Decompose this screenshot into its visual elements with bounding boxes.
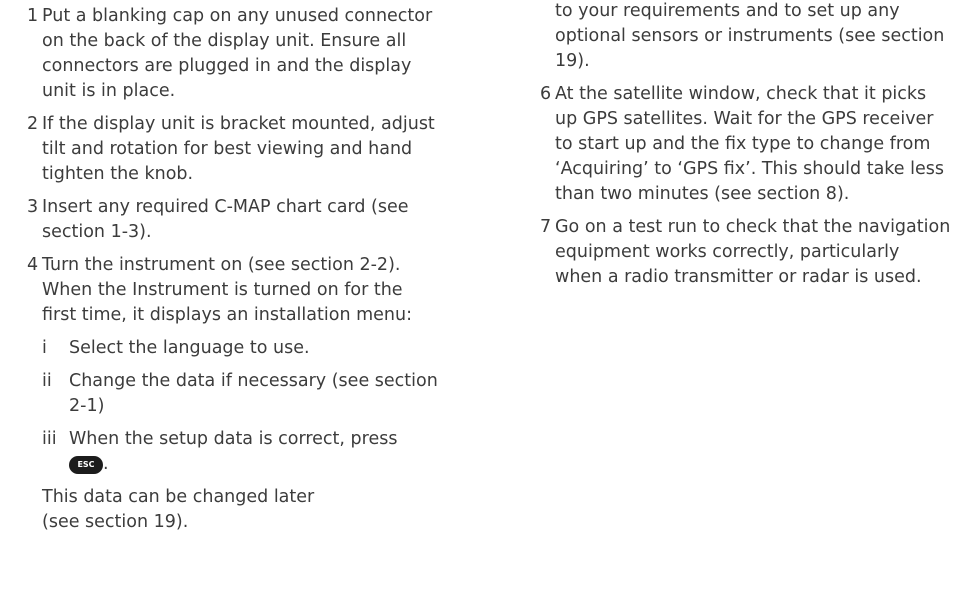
step-line: At the satellite window, check that it p…: [555, 84, 927, 104]
substep-numeral: iii: [42, 429, 57, 449]
step-line: up GPS satellites. Wait for the GPS rece…: [555, 109, 934, 129]
substep-numeral: i: [42, 338, 47, 358]
step-line: Go on a test run to check that the navig…: [555, 217, 951, 237]
step-number: 2: [27, 114, 39, 134]
substep-line: When the setup data is correct, press: [69, 429, 398, 449]
step-number: 4: [27, 255, 39, 275]
esc-key-line: ESC.: [69, 452, 457, 477]
substep-numeral: ii: [42, 371, 52, 391]
step-line: optional sensors or instruments (see sec…: [555, 26, 945, 46]
step-line: to start up and the fix type to change f…: [555, 134, 931, 154]
step-text: Put a blanking cap on any unused connect…: [42, 4, 457, 104]
step-text: to your requirements and to set up any o…: [555, 0, 970, 74]
step-text: Turn the instrument on (see section 2-2)…: [42, 253, 457, 328]
substep-iii: iii When the setup data is correct, pres…: [42, 427, 457, 477]
step-6: 6 At the satellite window, check that it…: [540, 82, 970, 207]
step-text: At the satellite window, check that it p…: [555, 82, 970, 207]
step-line: connectors are plugged in and the displa…: [42, 56, 412, 76]
step-text: Go on a test run to check that the navig…: [555, 215, 970, 290]
step-number: 6: [540, 84, 552, 104]
step-4-note: This data can be changed later (see sect…: [42, 485, 457, 535]
step-line: equipment works correctly, particularly: [555, 242, 900, 262]
step-2: 2 If the display unit is bracket mounted…: [27, 112, 457, 187]
right-column: to your requirements and to set up any o…: [540, 0, 970, 298]
step-line: section 1-3).: [42, 222, 152, 242]
step-line: than two minutes (see section 8).: [555, 184, 850, 204]
step-line: Insert any required C-MAP chart card (se…: [42, 197, 409, 217]
step-7: 7 Go on a test run to check that the nav…: [540, 215, 970, 290]
step-line: When the Instrument is turned on for the: [42, 280, 403, 300]
substep-trailing: .: [103, 454, 109, 474]
substep-line: Change the data if necessary (see sectio…: [69, 371, 438, 391]
step-3: 3 Insert any required C-MAP chart card (…: [27, 195, 457, 245]
step-line: Put a blanking cap on any unused connect…: [42, 6, 433, 26]
step-line: ‘Acquiring’ to ‘GPS fix’. This should ta…: [555, 159, 944, 179]
step-line: tilt and rotation for best viewing and h…: [42, 139, 413, 159]
note-line: This data can be changed later: [42, 487, 315, 507]
step-line: Turn the instrument on (see section 2-2)…: [42, 255, 401, 275]
step-line: when a radio transmitter or radar is use…: [555, 267, 922, 287]
substep-i: i Select the language to use.: [42, 336, 457, 361]
step-line: on the back of the display unit. Ensure …: [42, 31, 407, 51]
step-number: 1: [27, 6, 39, 26]
step-line: unit is in place.: [42, 81, 176, 101]
step-number: 7: [540, 217, 552, 237]
substep-ii: ii Change the data if necessary (see sec…: [42, 369, 457, 419]
substep-line: Select the language to use.: [69, 338, 310, 358]
step-4: 4 Turn the instrument on (see section 2-…: [27, 253, 457, 535]
esc-key-icon: ESC: [69, 456, 103, 474]
step-number: 3: [27, 197, 39, 217]
step-line: If the display unit is bracket mounted, …: [42, 114, 435, 134]
step-line: 19).: [555, 51, 590, 71]
left-column: 1 Put a blanking cap on any unused conne…: [27, 4, 457, 543]
step-1: 1 Put a blanking cap on any unused conne…: [27, 4, 457, 104]
step-text: Insert any required C-MAP chart card (se…: [42, 195, 457, 245]
step-text: If the display unit is bracket mounted, …: [42, 112, 457, 187]
step-line: tighten the knob.: [42, 164, 194, 184]
step-line: first time, it displays an installation …: [42, 305, 412, 325]
note-line: (see section 19).: [42, 512, 189, 532]
step-line: to your requirements and to set up any: [555, 1, 900, 21]
substep-line: 2-1): [69, 396, 105, 416]
step-5-continued: to your requirements and to set up any o…: [540, 0, 970, 74]
